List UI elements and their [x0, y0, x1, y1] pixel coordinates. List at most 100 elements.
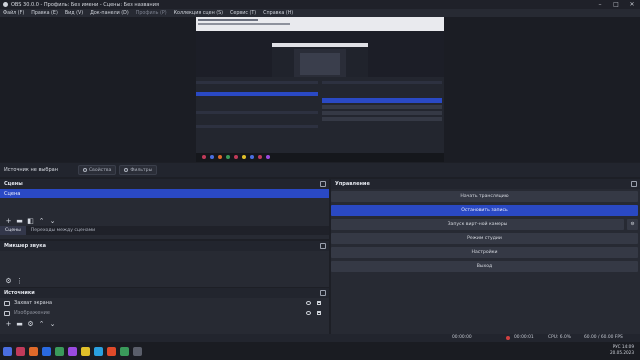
clock-time[interactable]: 14:09	[622, 344, 634, 349]
undock-icon[interactable]	[631, 181, 637, 187]
obs-taskbar-icon[interactable]	[133, 346, 142, 356]
preview-area[interactable]	[0, 17, 640, 162]
studio-mode-button[interactable]: Режим студии	[331, 233, 638, 244]
mixer-settings-icon[interactable]: ⚙	[4, 276, 13, 285]
lock-icon[interactable]	[317, 311, 321, 315]
recursive-preview-image	[196, 17, 444, 162]
mixer-toolbar: ⚙ ⋮	[0, 275, 329, 286]
visibility-eye-icon[interactable]	[306, 311, 311, 315]
filters-button[interactable]: Фильтры	[119, 165, 158, 175]
app-icon[interactable]	[29, 346, 38, 356]
settings-button[interactable]: Настройки	[331, 247, 638, 258]
monitor-icon	[4, 300, 10, 306]
menu-scene-collection[interactable]: Коллекция сцен (S)	[174, 11, 223, 16]
menu-profile[interactable]: Профиль (P)	[136, 11, 167, 16]
mixer-title: Микшер звука	[4, 243, 46, 249]
menu-docks[interactable]: Док-панели (D)	[90, 11, 129, 16]
menu-edit[interactable]: Правка (E)	[31, 11, 58, 16]
gear-icon	[82, 168, 87, 172]
sources-toolbar: + ▬ ⚙ ⌃ ⌄	[0, 318, 329, 329]
stream-time: 00:00:00	[452, 335, 472, 340]
recording-dot-icon	[506, 336, 510, 340]
undock-icon[interactable]	[320, 181, 326, 187]
mixer-menu-icon[interactable]: ⋮	[15, 276, 24, 285]
menu-tools[interactable]: Сервис (T)	[230, 11, 256, 16]
move-up-button[interactable]: ⌃	[37, 216, 46, 225]
scene-filters-button[interactable]: ◧	[26, 216, 35, 225]
fps-readout: 60.00 / 60.00 FPS	[584, 335, 623, 340]
filters-label: Фильтры	[130, 167, 153, 173]
scenes-header: Сцены	[0, 179, 329, 189]
start-icon[interactable]	[3, 346, 12, 356]
window-title: OBS 30.0.0 - Профиль: Без имени - Сцены:…	[11, 1, 159, 8]
window-controls: – □ ✕	[592, 0, 640, 9]
language-indicator[interactable]: РУС	[613, 344, 621, 349]
undock-icon[interactable]	[320, 290, 326, 296]
move-down-button[interactable]: ⌄	[48, 319, 57, 328]
source-item[interactable]: Захват экрана	[0, 298, 329, 308]
menu-view[interactable]: Вид (V)	[65, 11, 83, 16]
mixer-header: Микшер звука	[0, 241, 329, 251]
sources-title: Источники	[4, 290, 35, 296]
app-icon[interactable]	[55, 346, 64, 356]
move-up-button[interactable]: ⌃	[37, 319, 46, 328]
obs-logo-icon	[3, 2, 8, 7]
add-scene-button[interactable]: +	[4, 216, 13, 225]
visibility-eye-icon[interactable]	[306, 301, 311, 305]
filter-icon	[124, 168, 129, 172]
cpu-usage: CPU: 6.0%	[548, 335, 571, 340]
remove-scene-button[interactable]: ▬	[15, 216, 24, 225]
scenes-tabs: Сцены Переходы между сценами	[0, 226, 329, 235]
source-item[interactable]: Изображение	[0, 308, 329, 318]
scenes-toolbar: + ▬ ◧ ⌃ ⌄	[0, 215, 329, 226]
close-button[interactable]: ✕	[624, 0, 640, 9]
scene-list-item[interactable]: Сцена	[0, 189, 329, 198]
source-properties-button[interactable]: ⚙	[26, 319, 35, 328]
recording-time: 00:00:01	[514, 335, 534, 340]
start-virtual-camera-button[interactable]: Запуск вирт-ной камеры	[331, 219, 624, 230]
image-icon	[4, 310, 10, 316]
clock-date[interactable]: 20.05.2023	[610, 350, 634, 356]
app-icon[interactable]	[16, 346, 25, 356]
tab-scenes[interactable]: Сцены	[0, 226, 26, 235]
exit-button[interactable]: Выход	[331, 261, 638, 272]
app-icon[interactable]	[107, 346, 116, 356]
start-streaming-button[interactable]: Начать трансляцию	[331, 191, 638, 202]
app-icon[interactable]	[42, 346, 51, 356]
move-down-button[interactable]: ⌄	[48, 216, 57, 225]
source-name: Захват экрана	[14, 300, 53, 306]
app-icon[interactable]	[120, 346, 129, 356]
title-bar: OBS 30.0.0 - Профиль: Без имени - Сцены:…	[0, 0, 640, 9]
app-icon[interactable]	[94, 346, 103, 356]
sources-header: Источники	[0, 288, 329, 298]
sources-dock: Источники Захват экрана Изображение + ▬ …	[0, 288, 329, 334]
virtual-camera-settings-icon[interactable]: ⚙	[627, 219, 638, 230]
source-name: Изображение	[14, 310, 50, 316]
menu-help[interactable]: Справка (H)	[263, 11, 293, 16]
tab-transitions[interactable]: Переходы между сценами	[26, 226, 100, 235]
lock-icon[interactable]	[317, 301, 321, 305]
minimize-button[interactable]: –	[592, 0, 608, 9]
app-icon[interactable]	[81, 346, 90, 356]
properties-label: Свойства	[88, 167, 112, 173]
system-tray: РУС 14:09 20.05.2023	[610, 344, 634, 356]
maximize-button[interactable]: □	[608, 0, 624, 9]
controls-dock: Управление Начать трансляцию Остановить …	[331, 179, 640, 334]
scenes-title: Сцены	[4, 181, 23, 187]
stop-recording-button[interactable]: Остановить запись	[331, 205, 638, 216]
scenes-dock: Сцены Сцена + ▬ ◧ ⌃ ⌄ Сцены Переходы меж…	[0, 179, 329, 239]
menu-file[interactable]: Файл (F)	[3, 11, 24, 16]
status-bar: 00:00:01 00:00:00 CPU: 6.0% 60.00 / 60.0…	[0, 334, 640, 342]
properties-button[interactable]: Свойства	[77, 165, 117, 175]
controls-header: Управление	[331, 179, 640, 189]
source-toolbar: Источник не выбран Свойства Фильтры	[0, 163, 640, 177]
controls-title: Управление	[335, 181, 370, 187]
app-icon[interactable]	[68, 346, 77, 356]
taskbar: РУС 14:09 20.05.2023	[0, 342, 640, 360]
undock-icon[interactable]	[320, 243, 326, 249]
remove-source-button[interactable]: ▬	[15, 319, 24, 328]
mixer-dock: Микшер звука ⚙ ⋮	[0, 241, 329, 287]
menu-bar: Файл (F) Правка (E) Вид (V) Док-панели (…	[0, 9, 640, 17]
preview-canvas[interactable]	[196, 17, 444, 162]
add-source-button[interactable]: +	[4, 319, 13, 328]
